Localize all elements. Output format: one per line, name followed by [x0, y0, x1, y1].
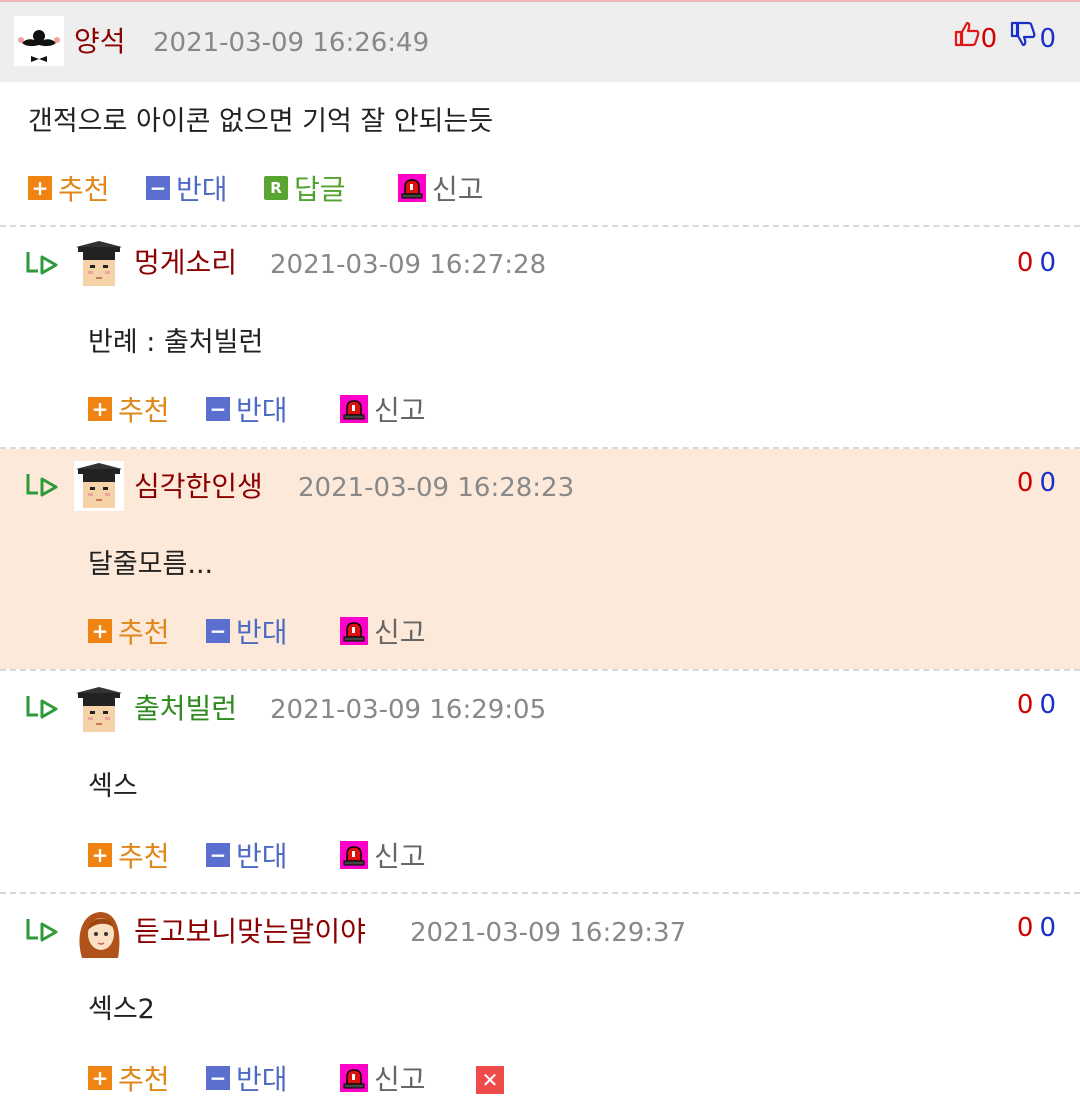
- comment-item: 양석 2021-03-09 16:26:49 0 0 갠적으로 아이콘 없으면 …: [0, 0, 1080, 226]
- vote-counts: 00: [1017, 463, 1056, 503]
- reply-item: 듣고보니맞는말이야 2021-03-09 16:29:37 00 섹스2 + 추천…: [0, 894, 1080, 1105]
- plus-icon: +: [88, 619, 112, 643]
- vote-counts: 00: [1017, 908, 1056, 948]
- oppose-button[interactable]: − 반대: [146, 168, 228, 208]
- upvote-count: 0: [1016, 468, 1034, 498]
- oppose-button[interactable]: − 반대: [206, 389, 288, 429]
- comment-text: 갠적으로 아이콘 없으면 기억 잘 안되는듯: [28, 106, 494, 137]
- comment-author[interactable]: 듣고보니맞는말이야: [134, 912, 366, 952]
- siren-icon: [398, 174, 426, 202]
- reply-arrow-icon: [24, 916, 60, 946]
- comment-author[interactable]: 양석: [74, 22, 126, 62]
- siren-icon: [340, 617, 368, 645]
- comment-author[interactable]: 출처빌런: [134, 689, 237, 729]
- plus-icon: +: [88, 843, 112, 867]
- siren-icon: [340, 395, 368, 423]
- comment-text: 반례 : 출처빌런: [88, 327, 264, 358]
- report-button[interactable]: 신고: [398, 168, 484, 208]
- downvote-count: 0: [1039, 690, 1056, 720]
- upvote-count: 0: [1016, 248, 1034, 278]
- report-button[interactable]: 신고: [340, 1058, 426, 1098]
- comment-date: 2021-03-09 16:28:23: [298, 473, 575, 503]
- thumbs-down-icon[interactable]: [1009, 20, 1037, 60]
- comment-header: 양석 2021-03-09 16:26:49 0 0: [0, 2, 1080, 82]
- comment-date: 2021-03-09 16:29:05: [270, 695, 547, 725]
- recommend-button[interactable]: + 추천: [88, 1058, 170, 1098]
- comment-date: 2021-03-09 16:26:49: [153, 28, 430, 58]
- comment-author[interactable]: 심각한인생: [134, 467, 263, 507]
- report-button[interactable]: 신고: [340, 389, 426, 429]
- graduate-avatar-icon[interactable]: [74, 685, 124, 735]
- downvote-count: 0: [1039, 913, 1056, 943]
- reply-item-highlighted: 심각한인생 2021-03-09 16:28:23 00 달줄모름... + 추천…: [0, 449, 1080, 669]
- comment-text: 섹스2: [88, 994, 155, 1025]
- recommend-button[interactable]: + 추천: [88, 611, 170, 651]
- reply-r-icon: R: [264, 176, 288, 200]
- comment-actions: + 추천 − 반대 신고: [88, 835, 488, 875]
- minus-icon: −: [146, 176, 170, 200]
- report-button[interactable]: 신고: [340, 835, 426, 875]
- recommend-button[interactable]: + 추천: [28, 168, 110, 208]
- comment-text: 섹스: [88, 771, 138, 802]
- graduate-avatar-icon[interactable]: [74, 461, 124, 511]
- downvote-count: 0: [1039, 248, 1056, 278]
- vote-counts: 0 0: [953, 19, 1056, 60]
- minus-icon: −: [206, 619, 230, 643]
- plus-icon: +: [88, 397, 112, 421]
- report-button[interactable]: 신고: [340, 611, 426, 651]
- comment-actions: + 추천 − 반대 신고 ✕: [88, 1058, 548, 1098]
- recommend-button[interactable]: + 추천: [88, 389, 170, 429]
- reply-button[interactable]: R 답글: [264, 168, 346, 208]
- minus-icon: −: [206, 397, 230, 421]
- minus-icon: −: [206, 1066, 230, 1090]
- comment-date: 2021-03-09 16:29:37: [410, 918, 687, 948]
- reply-item: 멍게소리 2021-03-09 16:27:28 00 반례 : 출처빌런 + 추…: [0, 227, 1080, 447]
- comment-text: 달줄모름...: [88, 549, 214, 580]
- oppose-button[interactable]: − 반대: [206, 1058, 288, 1098]
- thumbs-up-icon[interactable]: [953, 20, 981, 60]
- downvote-count: 0: [1039, 468, 1056, 498]
- recommend-button[interactable]: + 추천: [88, 835, 170, 875]
- upvote-count: 0: [1016, 913, 1034, 943]
- delete-icon[interactable]: ✕: [476, 1066, 504, 1094]
- reply-arrow-icon: [24, 471, 60, 501]
- vote-counts: 00: [1017, 243, 1056, 283]
- plus-icon: +: [88, 1066, 112, 1090]
- oppose-button[interactable]: − 반대: [206, 611, 288, 651]
- comment-date: 2021-03-09 16:27:28: [270, 250, 547, 280]
- plus-icon: +: [28, 176, 52, 200]
- oppose-button[interactable]: − 반대: [206, 835, 288, 875]
- minus-icon: −: [206, 843, 230, 867]
- graduate-avatar-icon[interactable]: [74, 239, 124, 289]
- siren-icon: [340, 841, 368, 869]
- downvote-count: 0: [1039, 24, 1056, 54]
- reply-arrow-icon: [24, 693, 60, 723]
- vote-counts: 00: [1017, 685, 1056, 725]
- comment-actions: + 추천 − 반대 R 답글 신고: [28, 168, 628, 208]
- girl-avatar-icon[interactable]: [74, 908, 124, 958]
- comment-actions: + 추천 − 반대 신고: [88, 389, 488, 429]
- mustache-avatar-icon[interactable]: [14, 16, 64, 66]
- upvote-count: 0: [1016, 690, 1034, 720]
- reply-item: 출처빌런 2021-03-09 16:29:05 00 섹스 + 추천 − 반대 신…: [0, 671, 1080, 891]
- comment-actions: + 추천 − 반대 신고: [88, 611, 488, 651]
- comment-author[interactable]: 멍게소리: [134, 243, 237, 283]
- siren-icon: [340, 1064, 368, 1092]
- reply-arrow-icon: [24, 249, 60, 279]
- upvote-count: 0: [980, 24, 998, 54]
